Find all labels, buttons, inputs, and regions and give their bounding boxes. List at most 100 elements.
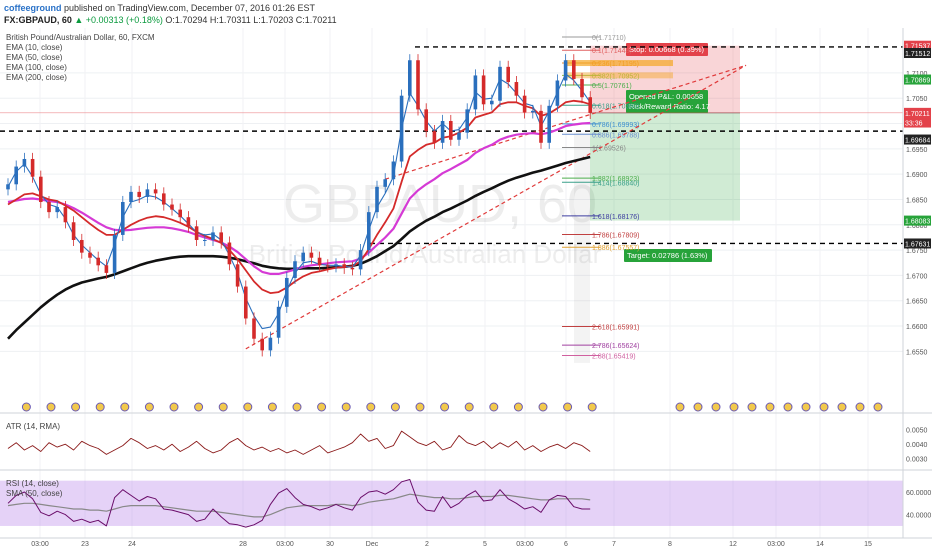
legend-ema100[interactable]: EMA (100, close) (6, 63, 155, 73)
event-marker-icon (267, 402, 277, 412)
event-marker-icon (390, 402, 400, 412)
candle-body (137, 191, 141, 197)
candle-body (465, 109, 469, 133)
candle-body (522, 95, 527, 113)
fib-level-label: 0(1.71710) (592, 35, 626, 42)
candle-body (342, 264, 346, 268)
candle-body (252, 318, 256, 339)
target-label: Target: 0.02786 (1.63%) (627, 251, 708, 260)
time-tick-label: 12 (729, 541, 737, 548)
event-marker-icon (855, 402, 865, 412)
candle-body (432, 131, 437, 143)
legend-title[interactable]: British Pound/Australian Dollar, 60, FXC… (6, 33, 155, 43)
price-tick-label: 1.6600 (906, 324, 928, 331)
price-axis-badge-label: 33:36 (905, 121, 923, 128)
candle-body (96, 257, 100, 266)
event-marker-icon (366, 402, 376, 412)
price-axis-badge-label: 1.70211 (905, 111, 930, 118)
candle-body (227, 242, 232, 265)
event-marker-icon (194, 402, 204, 412)
candle-body (555, 80, 560, 106)
event-marker-icon (46, 402, 56, 412)
candle-body (326, 265, 330, 267)
ohlc-values: O:1.70294 H:1.70311 L:1.70203 C:1.70211 (165, 15, 337, 25)
price-axis-badge-label: 1.71512 (905, 51, 930, 58)
price-tick-label: 1.6550 (906, 349, 928, 356)
legend-ema10[interactable]: EMA (10, close) (6, 43, 155, 53)
candle-body (350, 267, 355, 270)
position-range-shade (574, 132, 590, 363)
candle-body (129, 191, 133, 203)
time-tick-label: 6 (564, 541, 568, 548)
candle-body (194, 226, 199, 240)
event-marker-icon (317, 402, 327, 412)
event-marker-icon (95, 402, 105, 412)
candle-body (30, 158, 35, 177)
candle-body (145, 189, 150, 197)
candle-body (506, 66, 510, 83)
candle-body (399, 95, 404, 162)
event-marker-icon (489, 402, 499, 412)
price-axis-badge-label: 1.67631 (905, 241, 930, 248)
candle-body (490, 100, 494, 105)
candle-body (440, 121, 445, 143)
event-marker-icon (587, 402, 597, 412)
price-axis-badge-label: 1.69684 (905, 138, 930, 145)
candle-body (408, 60, 412, 96)
candle-body (203, 239, 207, 241)
event-marker-icon (243, 402, 253, 412)
price-tick-label: 1.6900 (906, 172, 928, 179)
time-tick-label: 8 (668, 541, 672, 548)
candle-body (178, 209, 182, 218)
fib-level-label: 1.886(1.67557) (592, 245, 639, 252)
fib-level-label: 0.5(1.70761) (592, 83, 632, 90)
price-tick-label: 1.6950 (906, 147, 928, 154)
event-marker-icon (729, 402, 739, 412)
chart-header: coffeeground published on TradingView.co… (0, 0, 932, 28)
event-marker-icon (675, 402, 685, 412)
time-tick-label: 03:00 (767, 541, 785, 548)
event-marker-icon (169, 402, 179, 412)
price-tick-label: 1.6850 (906, 197, 928, 204)
rsi-pane[interactable]: 60.0000 40.0000 (0, 479, 931, 528)
price-axis[interactable]: 1.71001.70501.70001.69501.69001.68501.68… (903, 28, 932, 413)
time-tick-label: 7 (612, 541, 616, 548)
time-tick-label: 2 (425, 541, 429, 548)
candle-body (309, 252, 314, 258)
symbol-label[interactable]: FX:GBPAUD, 60 (4, 15, 72, 25)
rsi-legend[interactable]: RSI (14, close) SMA (50, close) (6, 479, 62, 499)
legend-ema50[interactable]: EMA (50, close) (6, 53, 155, 63)
candle-body (301, 252, 305, 262)
price-tick-label: 1.6700 (906, 273, 928, 280)
fib-level-label: 1.786(1.67809) (592, 232, 639, 239)
rsi-tick-label: 40.0000 (906, 513, 931, 520)
event-marker-icon (21, 402, 31, 412)
candle-body (186, 217, 191, 227)
candle-body (260, 338, 264, 351)
time-tick-label: 5 (483, 541, 487, 548)
atr-legend[interactable]: ATR (14, RMA) (6, 422, 60, 432)
candle-body (22, 158, 27, 167)
time-tick-label: 15 (864, 541, 872, 548)
legend-ema200[interactable]: EMA (200, close) (6, 73, 155, 83)
event-marker-icon (693, 402, 703, 412)
candle-body (367, 212, 371, 251)
event-marker-icon (71, 402, 81, 412)
candle-body (539, 110, 543, 143)
time-tick-label: 24 (128, 541, 136, 548)
event-marker-icon (783, 402, 793, 412)
candle-body (104, 265, 109, 273)
price-axis-badge-label: 1.70869 (905, 78, 930, 85)
candle-body (588, 97, 592, 113)
price-tick-label: 1.7050 (906, 96, 928, 103)
candle-body (416, 60, 420, 110)
time-tick-label: 23 (81, 541, 89, 548)
time-tick-label: Dec (366, 541, 379, 548)
candle-body (71, 222, 76, 240)
candle-body (244, 286, 248, 319)
candle-body (383, 179, 387, 187)
fib-level-label: 2.88(1.65419) (592, 353, 636, 360)
author-name[interactable]: coffeeground (4, 3, 62, 13)
candle-body (514, 82, 519, 96)
price-tick-label: 1.6750 (906, 248, 928, 255)
